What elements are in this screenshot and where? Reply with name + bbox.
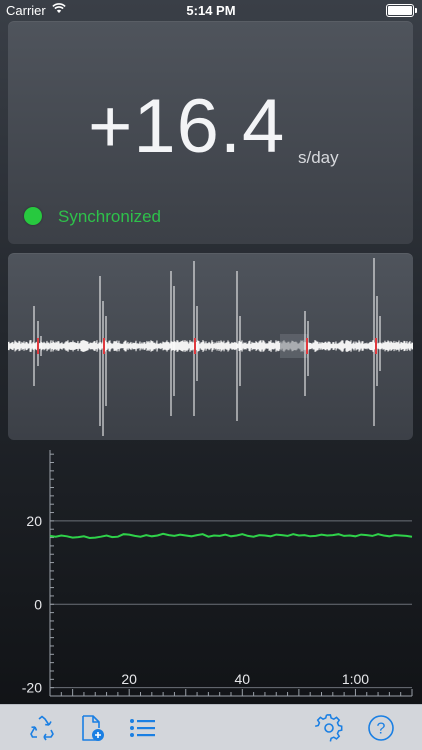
settings-button[interactable] <box>314 713 344 743</box>
help-button[interactable]: ? <box>366 713 396 743</box>
waveform-graph <box>8 258 413 436</box>
rate-panel: +16.4 s/day Synchronized <box>8 21 413 244</box>
list-icon <box>130 719 155 737</box>
sync-status-dot-icon <box>24 207 42 225</box>
sync-status-label: Synchronized <box>58 207 162 226</box>
bottom-toolbar: ? <box>0 704 422 750</box>
rate-series-line <box>49 532 413 540</box>
rate-unit: s/day <box>298 148 339 167</box>
rate-chart-svg: 20 0 -20 20 40 1:00 <box>22 450 413 697</box>
svg-text:?: ? <box>377 721 386 738</box>
waveform-panel <box>8 253 413 440</box>
rate-chart: 20 0 -20 20 40 1:00 <box>0 448 422 704</box>
list-button[interactable] <box>128 713 158 743</box>
x-tick-label: 40 <box>235 671 251 687</box>
rate-value: +16.4 <box>88 84 286 169</box>
help-icon: ? <box>368 715 394 741</box>
gear-icon <box>315 714 343 742</box>
clock-time: 5:14 PM <box>186 3 236 18</box>
recycle-button[interactable] <box>27 713 57 743</box>
status-bar: Carrier 5:14 PM <box>0 0 422 20</box>
battery-icon <box>386 4 417 17</box>
waveform-fade <box>280 334 308 358</box>
screen: Carrier 5:14 PM +16.4 s/day Synchronized… <box>0 0 422 750</box>
waveform-noise <box>8 339 413 353</box>
new-record-button[interactable] <box>77 713 107 743</box>
new-document-icon <box>82 715 104 741</box>
y-tick-label: 20 <box>26 513 42 529</box>
x-tick-label: 20 <box>121 671 137 687</box>
x-tick-label: 1:00 <box>342 671 369 687</box>
y-tick-label: -20 <box>22 680 42 696</box>
recycle-icon <box>30 715 54 741</box>
y-tick-label: 0 <box>34 596 42 612</box>
